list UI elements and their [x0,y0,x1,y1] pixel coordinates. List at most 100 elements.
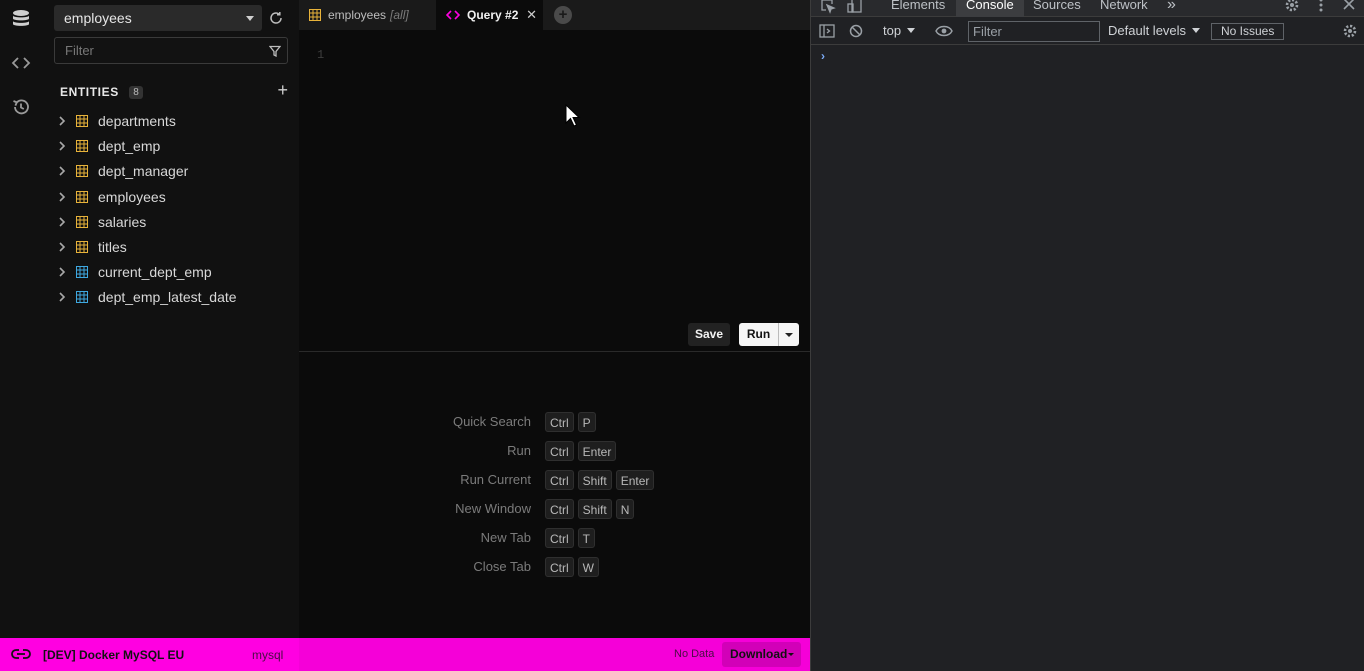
devtools-tab-elements[interactable]: Elements [891,0,945,17]
database-select[interactable]: employees [54,5,262,31]
shortcut-keys: Ctrl P [545,412,600,432]
gear-icon[interactable] [1284,0,1300,18]
download-label: Download [730,647,788,661]
run-options-button[interactable] [778,323,799,346]
table-icon [76,190,88,203]
status-bar: [DEV] Docker MySQL EU mysql No Data Down… [0,638,810,671]
shortcut-label: New Tab [480,530,531,545]
tab-label: employees [328,8,387,22]
sql-editor[interactable]: 1 Save Run [299,30,810,351]
table-icon [76,241,88,253]
chevron-right-icon[interactable] [56,116,68,126]
download-button[interactable]: Download [722,642,801,667]
mouse-cursor-icon [565,103,581,133]
view-icon [76,266,88,279]
run-button[interactable]: Run [739,323,778,346]
chevron-right-icon[interactable] [56,217,68,227]
entity-item[interactable]: departments [56,110,286,132]
entity-item[interactable]: dept_manager [56,160,286,182]
chevron-right-icon[interactable] [56,192,68,202]
table-icon [76,140,88,153]
chevron-right-icon[interactable] [56,267,68,277]
console-prompt[interactable]: › [821,49,825,63]
table-icon [76,165,88,178]
entity-name: departments [98,113,176,129]
key-cap: W [577,557,599,577]
key-cap: Ctrl [545,412,574,432]
sidebar-toggle-icon[interactable] [819,24,835,43]
device-toolbar-icon[interactable] [847,0,863,19]
code-icon[interactable] [8,50,34,76]
devtools-tab-network[interactable]: Network [1100,0,1148,17]
chevron-right-icon[interactable] [56,292,68,302]
result-status: No Data [674,648,715,660]
chevron-right-icon[interactable] [56,242,68,252]
entity-name: dept_emp [98,138,161,155]
add-tab-button[interactable]: + [554,6,572,24]
entity-item[interactable]: current_dept_emp [56,261,286,283]
chevron-down-icon [1192,28,1201,33]
history-icon[interactable] [8,94,34,120]
devtools-panel: Elements Console Sources Network » top F… [810,0,1364,671]
more-tabs-icon[interactable]: » [1167,0,1176,17]
devtools-tabbar: Elements Console Sources Network » [811,0,1364,17]
close-devtools-icon[interactable] [1342,0,1356,16]
funnel-icon[interactable] [268,44,282,62]
tab-label: Query #2 [467,8,519,22]
entity-item[interactable]: salaries [56,211,286,233]
eye-icon[interactable] [935,24,953,43]
key-cap: T [577,528,596,548]
tab-query[interactable]: Query #2 ✕ [436,0,543,30]
shortcut-label: Run [507,443,531,458]
icon-rail [0,0,42,638]
view-icon [76,291,88,304]
connection-driver: mysql [252,648,284,662]
key-cap: Ctrl [545,441,574,461]
connection-status[interactable]: [DEV] Docker MySQL EU mysql [0,638,299,671]
devtools-tab-console[interactable]: Console [956,0,1024,17]
shortcut-keys: Ctrl Shift N [545,499,638,519]
shortcut-keys: Ctrl W [545,557,603,577]
shortcut-row: New Window Ctrl Shift N [299,499,810,519]
key-cap: Enter [577,441,617,461]
key-cap: P [577,412,596,432]
tab-employees[interactable]: employees [all] [299,0,436,30]
chevron-down-icon [246,16,254,21]
shortcut-label: New Window [455,501,531,516]
chevron-right-icon[interactable] [56,166,68,176]
database-icon[interactable] [8,6,34,32]
entity-filter[interactable] [54,37,288,64]
console-filter-input[interactable] [968,21,1100,42]
issues-button[interactable]: No Issues [1211,23,1285,40]
save-button[interactable]: Save [688,323,730,346]
shortcut-row: Quick Search Ctrl P [299,412,810,432]
entity-item[interactable]: employees [56,186,286,208]
key-cap: Shift [577,470,612,490]
context-value: top [883,23,902,38]
entity-item[interactable]: dept_emp [56,135,286,157]
database-select-value: employees [64,10,132,26]
gear-icon[interactable] [1342,23,1358,44]
key-cap: Ctrl [545,528,574,548]
devtools-tab-sources[interactable]: Sources [1033,0,1081,17]
inspect-icon[interactable] [820,0,836,19]
entity-item[interactable]: titles [56,236,286,258]
close-icon[interactable]: ✕ [526,7,537,23]
context-select[interactable]: top [883,23,916,38]
console-toolbar: top Default levels No Issues [811,18,1364,45]
code-icon [446,10,460,20]
key-cap: Ctrl [545,470,574,490]
table-icon [309,9,321,21]
entity-name: employees [98,188,166,205]
add-entity-button[interactable]: + [277,81,288,99]
chevron-right-icon[interactable] [56,141,68,151]
filter-input[interactable] [55,38,255,63]
refresh-icon[interactable] [264,6,288,30]
shortcut-label: Run Current [460,472,531,487]
key-cap: Ctrl [545,499,574,519]
log-levels-value: Default levels [1108,23,1187,38]
entity-item[interactable]: dept_emp_latest_date [56,286,286,308]
log-levels-select[interactable]: Default levels [1108,23,1201,38]
kebab-menu-icon[interactable] [1316,0,1326,18]
clear-console-icon[interactable] [849,24,863,43]
